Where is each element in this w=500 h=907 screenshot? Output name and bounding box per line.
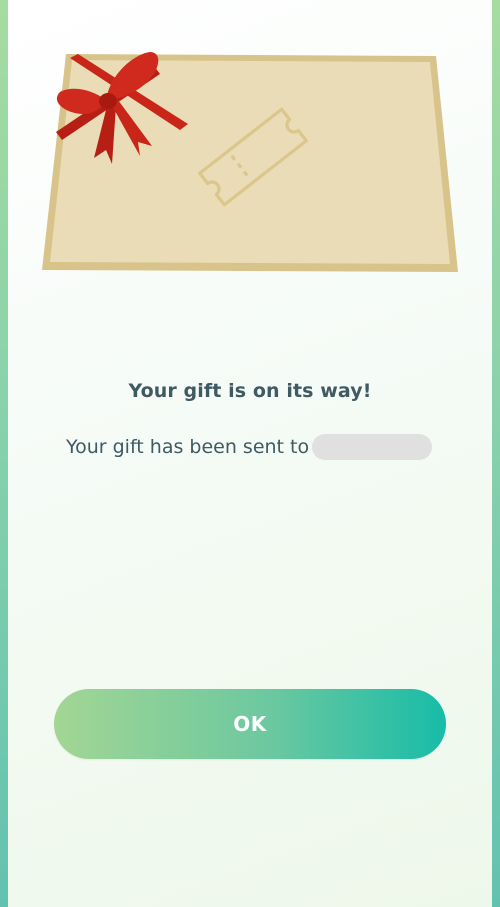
recipient-name-redacted	[312, 434, 433, 460]
gift-sent-text: Your gift has been sent to	[66, 436, 310, 458]
ok-button[interactable]: OK	[54, 689, 446, 759]
gift-sent-message: Your gift has been sent to	[66, 434, 433, 460]
dialog-title: Your gift is on its way!	[128, 380, 372, 402]
gift-card-illustration	[42, 52, 458, 272]
